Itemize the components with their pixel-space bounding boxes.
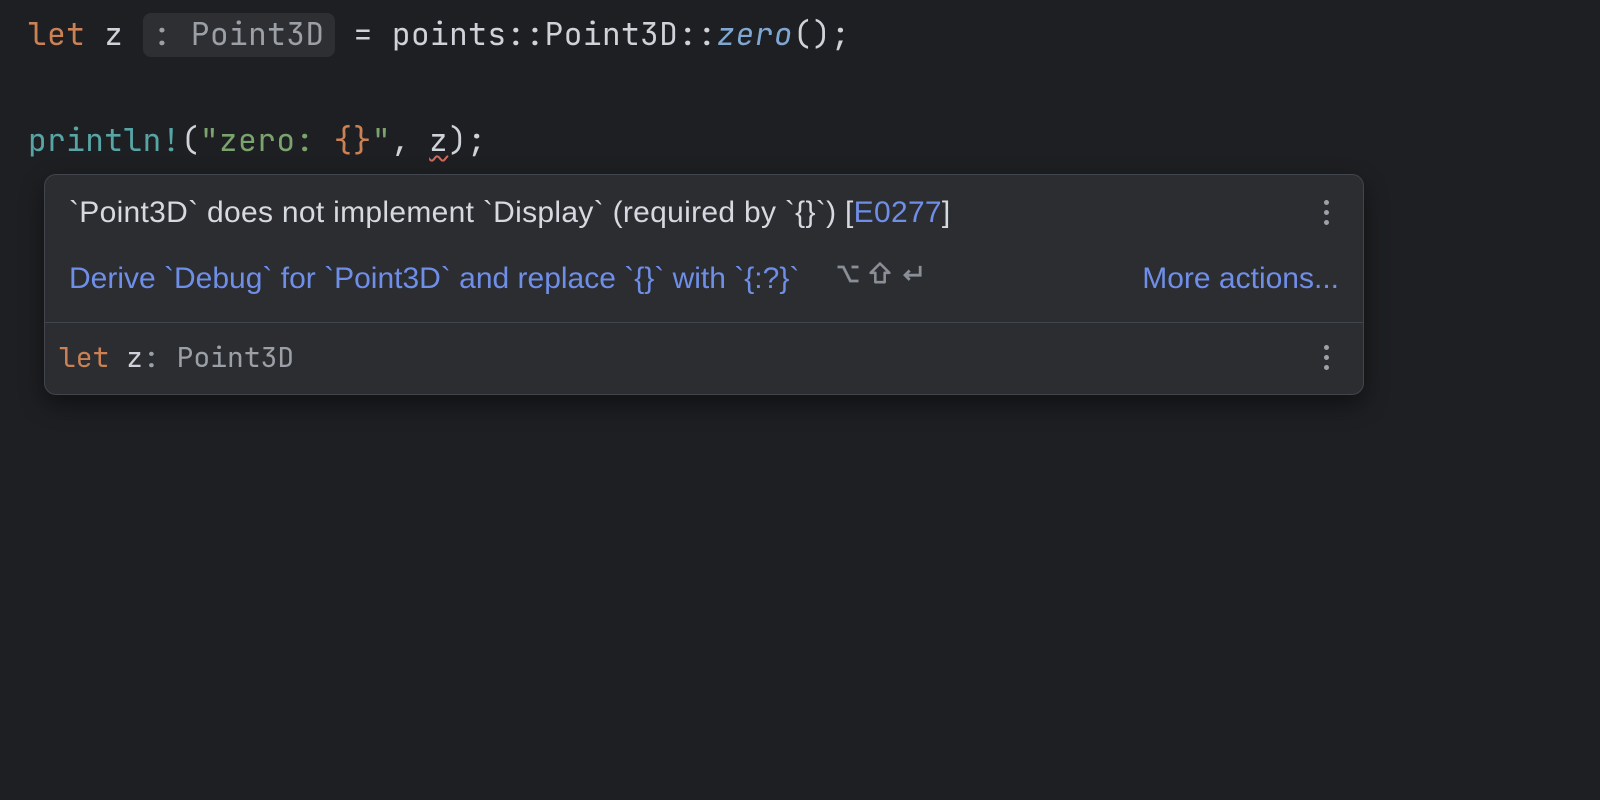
sig-var: z	[126, 339, 143, 376]
fix-row-left: Derive `Debug` for `Point3D` and replace…	[69, 259, 926, 300]
sig-keyword: let	[59, 339, 126, 376]
keyword-let: let	[28, 14, 85, 55]
blank-line	[28, 56, 1600, 120]
popup-error-row: `Point3D` does not implement `Display` (…	[69, 193, 1339, 234]
punct-eq: =	[335, 14, 392, 55]
paren-open: (	[181, 120, 200, 161]
module-path: points	[392, 14, 507, 55]
type-signature: let z: Point3D	[59, 339, 294, 377]
string-literal-b: "	[372, 120, 391, 161]
diagnostic-popup: `Point3D` does not implement `Display` (…	[44, 174, 1364, 396]
method-zero: zero	[717, 14, 793, 55]
error-code-link[interactable]: E0277	[854, 196, 942, 229]
punct-call-end: ();	[793, 14, 850, 55]
path-sep-2: ::	[678, 14, 716, 55]
popup-fix-row: Derive `Debug` for `Point3D` and replace…	[69, 259, 1339, 300]
string-literal-a: "zero:	[200, 120, 334, 161]
popup-signature-row: let z: Point3D	[45, 322, 1363, 395]
more-actions-link[interactable]: More actions...	[1142, 259, 1339, 300]
error-text-pre: `Point3D` does not implement `Display` (…	[69, 196, 854, 229]
sig-type: : Point3D	[143, 339, 294, 376]
code-line-1[interactable]: let z : Point3D = points::Point3D::zero(…	[28, 14, 1600, 56]
format-placeholder: {}	[334, 120, 372, 161]
return-key-icon	[898, 260, 926, 288]
path-sep-1: ::	[506, 14, 544, 55]
comma: ,	[391, 120, 429, 161]
arg-z-error[interactable]: z	[429, 120, 448, 161]
inlay-type-hint: : Point3D	[143, 13, 335, 57]
quick-fix-link[interactable]: Derive `Debug` for `Point3D` and replace…	[69, 262, 799, 295]
code-editor[interactable]: let z : Point3D = points::Point3D::zero(…	[0, 0, 1600, 395]
code-line-2[interactable]: println!("zero: {}", z);	[28, 120, 1600, 162]
option-key-icon	[834, 260, 862, 288]
shift-key-icon	[866, 260, 894, 288]
popup-upper: `Point3D` does not implement `Display` (…	[45, 175, 1363, 322]
kebab-menu-icon-2[interactable]	[1313, 341, 1339, 374]
paren-close: );	[448, 120, 486, 161]
error-message: `Point3D` does not implement `Display` (…	[69, 193, 951, 234]
macro-println: println!	[28, 120, 181, 161]
kebab-menu-icon[interactable]	[1313, 196, 1339, 229]
error-text-post: ]	[942, 196, 951, 229]
shortcut-hint	[834, 260, 926, 288]
type-name: Point3D	[545, 14, 679, 55]
variable-z-decl: z	[104, 14, 123, 55]
